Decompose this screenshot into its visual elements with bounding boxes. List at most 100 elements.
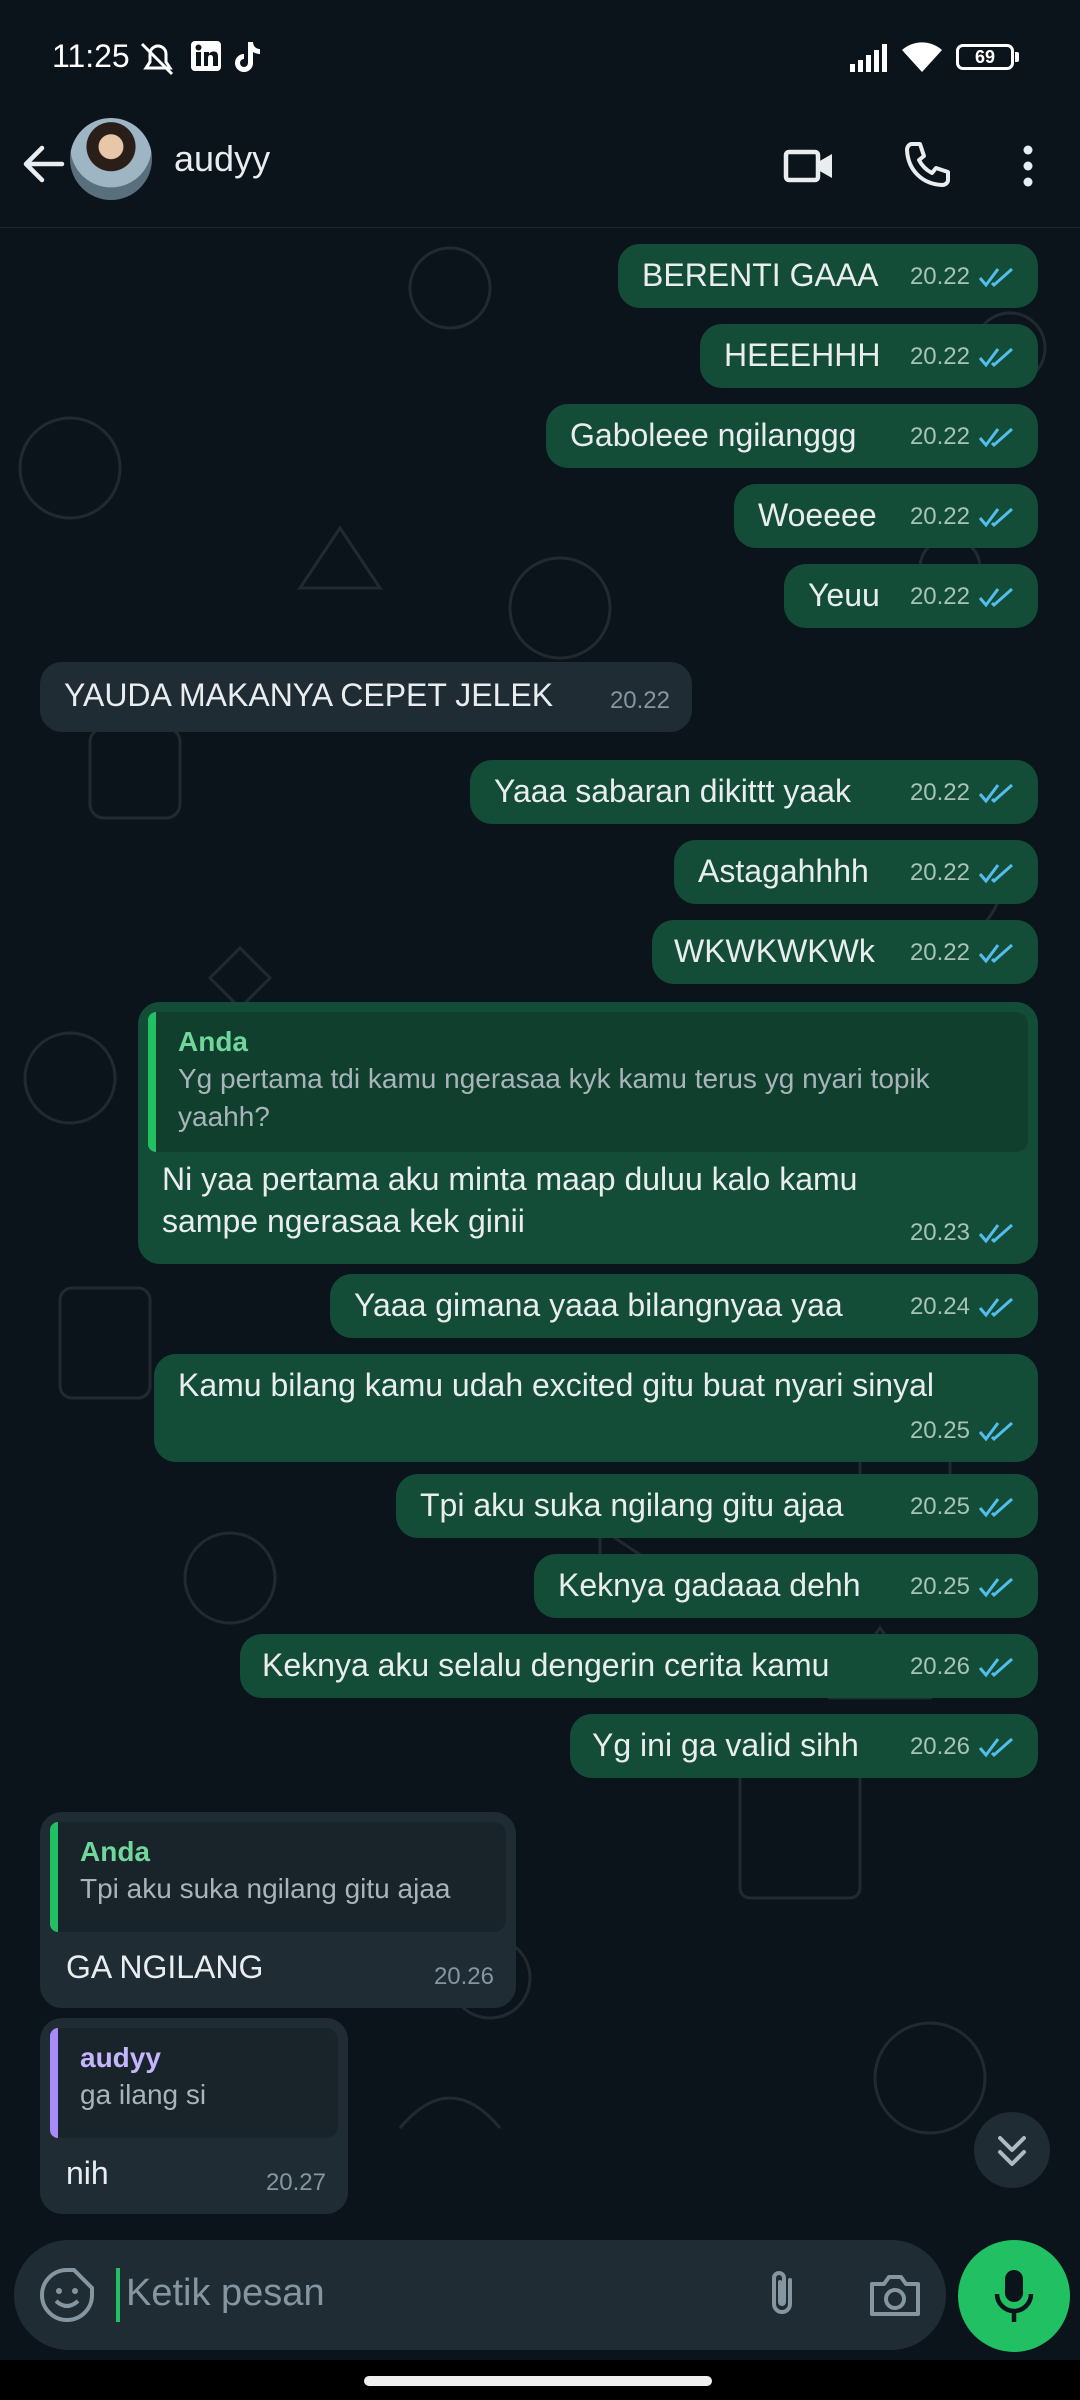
- read-ticks-icon: [978, 427, 1013, 448]
- outgoing-message[interactable]: Gaboleee ngilanggg 20.22: [546, 404, 1038, 468]
- contact-name[interactable]: audyy: [174, 138, 270, 180]
- message-time: 20.22: [909, 779, 970, 806]
- message-time: 20.24: [909, 1293, 970, 1320]
- message-meta: 20.22: [910, 496, 1016, 538]
- outgoing-message[interactable]: WKWKWKWk 20.22: [652, 920, 1038, 984]
- system-navigation-bar: [0, 2360, 1080, 2400]
- quote-author: Anda: [80, 1836, 150, 1867]
- microphone-icon: [994, 2270, 1034, 2322]
- wifi-icon: [902, 42, 942, 72]
- home-gesture-bar[interactable]: [364, 2376, 712, 2386]
- message-input[interactable]: Ketik pesan: [126, 2272, 325, 2315]
- message-text-line: Ni yaa pertama aku minta maap duluu kalo…: [162, 1161, 858, 1197]
- message-meta: 20.25: [910, 1566, 1016, 1608]
- message-meta: 20.25: [910, 1486, 1016, 1528]
- linkedin-icon: [191, 41, 221, 71]
- read-ticks-icon: [978, 1657, 1013, 1678]
- quote-author: audyy: [80, 2042, 161, 2073]
- message-text-line: sampe ngerasaa kek ginii: [162, 1203, 525, 1239]
- contact-avatar[interactable]: [70, 118, 152, 200]
- text-cursor: [116, 2268, 120, 2322]
- chat-header: audyy: [0, 110, 1080, 228]
- read-ticks-icon: [978, 1577, 1013, 1598]
- signal-icon: [850, 44, 887, 72]
- outgoing-message[interactable]: Tpi aku suka ngilang gitu ajaa 20.25: [396, 1474, 1038, 1538]
- read-ticks-icon: [978, 943, 1013, 964]
- message-meta: 20.23: [910, 1212, 1016, 1254]
- message-text: GA NGILANG: [66, 1949, 264, 1985]
- message-time: 20.25: [909, 1493, 970, 1520]
- outgoing-message[interactable]: Yaaa sabaran dikittt yaak 20.22: [470, 760, 1038, 824]
- read-ticks-icon: [978, 1421, 1013, 1442]
- read-ticks-icon: [978, 863, 1013, 884]
- incoming-reply-message[interactable]: audyy ga ilang si nih 20.27: [40, 2018, 348, 2214]
- message-text: Astagahhhh: [698, 853, 869, 889]
- outgoing-message[interactable]: Yg ini ga valid sihh 20.26: [570, 1714, 1038, 1778]
- attachment-icon[interactable]: [754, 2264, 814, 2324]
- message-text: Gaboleee ngilanggg: [570, 417, 857, 453]
- back-arrow-icon[interactable]: [16, 136, 72, 192]
- quoted-message[interactable]: audyy ga ilang si: [50, 2028, 338, 2138]
- outgoing-message[interactable]: Woeeee 20.22: [734, 484, 1038, 548]
- video-call-icon[interactable]: [780, 136, 840, 196]
- read-ticks-icon: [978, 1297, 1013, 1318]
- outgoing-reply-message[interactable]: Anda Yg pertama tdi kamu ngerasaa kyk ka…: [138, 1002, 1038, 1264]
- outgoing-message[interactable]: Yeuu 20.22: [784, 564, 1038, 628]
- voice-record-button[interactable]: [958, 2240, 1070, 2352]
- camera-icon[interactable]: [864, 2264, 926, 2326]
- message-meta: 20.25: [910, 1410, 1016, 1452]
- incoming-message[interactable]: YAUDA MAKANYA CEPET JELEK 20.22: [40, 662, 692, 732]
- message-time: 20.25: [909, 1417, 970, 1444]
- outgoing-message[interactable]: Keknya gadaaa dehh 20.25: [534, 1554, 1038, 1618]
- outgoing-message[interactable]: HEEEHHH 20.22: [700, 324, 1038, 388]
- outgoing-message[interactable]: Keknya aku selalu dengerin cerita kamu 2…: [240, 1634, 1038, 1698]
- sticker-icon[interactable]: [38, 2266, 96, 2324]
- chat-area[interactable]: BERENTI GAAA 20.22 HEEEHHH 20.22 Gabolee…: [0, 228, 1080, 2238]
- double-chevron-down-icon: [998, 2136, 1026, 2166]
- quote-author: Anda: [178, 1026, 248, 1057]
- message-meta: 20.22: [910, 932, 1016, 974]
- battery-icon: 69: [956, 44, 1014, 70]
- message-text: Kamu bilang kamu udah excited gitu buat …: [178, 1367, 934, 1403]
- outgoing-message[interactable]: Kamu bilang kamu udah excited gitu buat …: [154, 1354, 1038, 1462]
- quote-text: ga ilang si: [80, 2079, 207, 2110]
- message-text: Yaaa sabaran dikittt yaak: [494, 773, 851, 809]
- battery-level: 69: [974, 47, 996, 67]
- message-text: Yaaa gimana yaaa bilangnyaa yaa: [354, 1287, 843, 1323]
- voice-call-icon[interactable]: [896, 136, 956, 196]
- message-text: Woeeee: [758, 497, 877, 533]
- message-composer: Ketik pesan: [14, 2240, 946, 2350]
- message-text: nih: [66, 2155, 109, 2191]
- read-ticks-icon: [978, 1737, 1013, 1758]
- message-time: 20.23: [909, 1219, 970, 1246]
- message-text: HEEEHHH: [724, 337, 881, 373]
- outgoing-message[interactable]: BERENTI GAAA 20.22: [618, 244, 1038, 308]
- read-ticks-icon: [978, 347, 1013, 368]
- message-text: Yg ini ga valid sihh: [592, 1727, 859, 1763]
- incoming-reply-message[interactable]: Anda Tpi aku suka ngilang gitu ajaa GA N…: [40, 1812, 516, 2008]
- message-time: 20.26: [909, 1733, 970, 1760]
- read-ticks-icon: [978, 267, 1013, 288]
- outgoing-message[interactable]: Yaaa gimana yaaa bilangnyaa yaa 20.24: [330, 1274, 1038, 1338]
- message-time: 20.26: [433, 1963, 494, 1990]
- message-text: YAUDA MAKANYA CEPET JELEK: [64, 677, 554, 713]
- message-time: 20.26: [909, 1653, 970, 1680]
- quoted-message[interactable]: Anda Yg pertama tdi kamu ngerasaa kyk ka…: [148, 1012, 1028, 1152]
- scroll-to-bottom-button[interactable]: [974, 2112, 1050, 2188]
- message-text: WKWKWKWk: [674, 933, 875, 969]
- message-meta: 20.22: [910, 336, 1016, 378]
- message-meta: 20.22: [910, 416, 1016, 458]
- mute-bell-icon: [140, 42, 174, 76]
- status-bar: 11:25 69: [0, 0, 1080, 110]
- message-time: 20.25: [909, 1573, 970, 1600]
- message-time: 20.22: [609, 687, 670, 714]
- clock: 11:25: [52, 38, 130, 74]
- message-meta: 20.22: [910, 256, 1016, 298]
- quoted-message[interactable]: Anda Tpi aku suka ngilang gitu ajaa: [50, 1822, 506, 1932]
- more-options-icon[interactable]: [998, 136, 1058, 196]
- quote-text: Yg pertama tdi kamu ngerasaa kyk kamu te…: [178, 1063, 930, 1132]
- outgoing-message[interactable]: Astagahhhh 20.22: [674, 840, 1038, 904]
- message-text: Yeuu: [808, 577, 880, 613]
- message-time: 20.22: [909, 939, 970, 966]
- read-ticks-icon: [978, 507, 1013, 528]
